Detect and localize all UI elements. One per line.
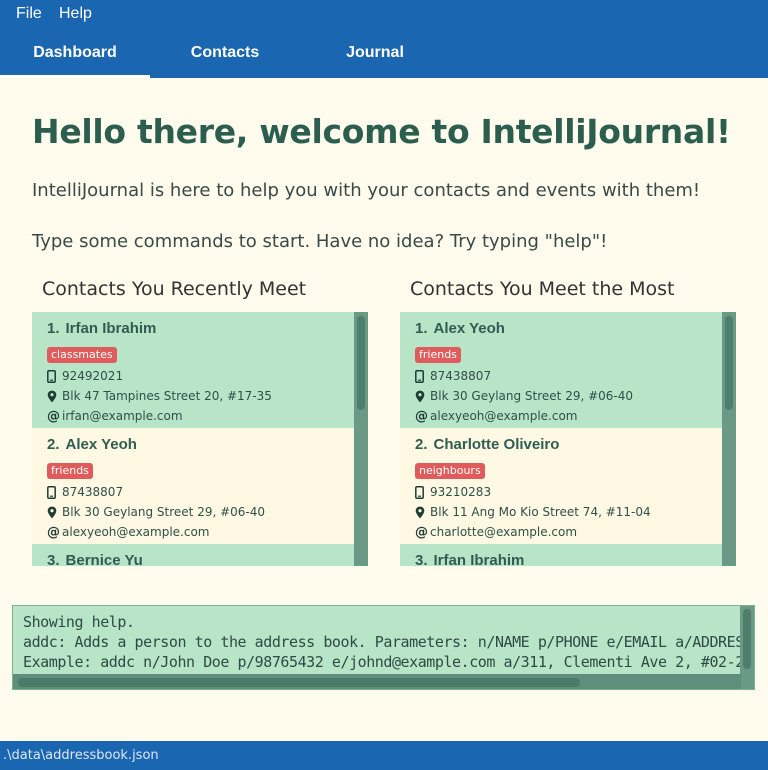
contact-address-row: Blk 47 Tampines Street 20, #17-35 [47,386,354,406]
contact-card[interactable]: 2. Alex Yeoh friends 87438807 Blk 30 Geyl… [32,428,354,544]
contact-address: Blk 47 Tampines Street 20, #17-35 [62,389,272,403]
contact-address-row: Blk 30 Geylang Street 29, #06-40 [47,502,354,522]
contact-phone-row: 93210283 [415,482,722,502]
contact-address: Blk 30 Geylang Street 29, #06-40 [430,389,634,403]
contact-name: 1. Alex Yeoh [415,320,505,337]
contact-address-row: Blk 30 Geylang Street 29, #06-40 [415,386,722,406]
contact-card[interactable]: 1. Irfan Ibrahim classmates 92492021 Blk … [32,312,354,428]
menu-file[interactable]: File [16,5,42,23]
contact-email: alexyeoh@example.com [430,409,578,423]
vertical-scrollbar[interactable] [740,606,754,689]
welcome-title: Hello there, welcome to IntelliJournal! [32,112,731,151]
result-text: Showing help. addc: Adds a person to the… [23,612,753,672]
contact-phone: 87438807 [62,485,124,499]
contact-phone: 92492021 [62,369,124,383]
contact-phone: 87438807 [430,369,492,383]
result-line: Showing help. [23,613,135,631]
contact-name: 3. Bernice Yu [47,552,143,566]
menu-bar: File Help [0,0,768,30]
result-line: addc: Adds a person to the address book.… [23,633,753,651]
contact-tag: classmates [47,347,117,363]
contact-email-row: @ irfan@example.com [47,406,354,426]
contact-card[interactable]: 1. Alex Yeoh friends 87438807 Blk 30 Geyl… [400,312,722,428]
most-contacts-list[interactable]: 1. Alex Yeoh friends 87438807 Blk 30 Geyl… [400,312,736,566]
contact-card[interactable]: 2. Charlotte Oliveiro neighbours 93210283… [400,428,722,544]
horizontal-scrollbar[interactable] [13,674,741,689]
at-icon: @ [415,524,428,540]
tab-journal[interactable]: Journal [300,30,450,78]
menu-help[interactable]: Help [59,5,92,23]
recent-contacts-list[interactable]: 1. Irfan Ibrahim classmates 92492021 Blk … [32,312,368,566]
at-icon: @ [415,408,428,424]
location-pin-icon [415,506,430,519]
tab-bar: Dashboard Contacts Journal [0,30,768,78]
contact-name: 2. Charlotte Oliveiro [415,436,560,453]
phone-icon [415,369,430,383]
contact-name: 3. Irfan Ibrahim [415,552,525,566]
contact-address: Blk 11 Ang Mo Kio Street 74, #11-04 [430,505,651,519]
phone-icon [47,485,62,499]
scrollbar-thumb[interactable] [725,316,733,410]
scrollbar-thumb[interactable] [18,678,580,687]
contact-phone-row: 92492021 [47,366,354,386]
status-bar: .\data\addressbook.json [0,741,768,770]
scrollbar-thumb[interactable] [743,609,751,669]
location-pin-icon [47,390,62,403]
contact-tag: friends [47,463,93,479]
contact-tag: friends [415,347,461,363]
contact-card[interactable]: 3. Bernice Yu [32,544,354,566]
contact-name: 2. Alex Yeoh [47,436,137,453]
location-pin-icon [47,506,62,519]
contact-email: irfan@example.com [62,409,183,423]
result-line: Example: addc n/John Doe p/98765432 e/jo… [23,653,753,671]
tab-contacts[interactable]: Contacts [150,30,300,78]
welcome-description: IntelliJournal is here to help you with … [32,180,701,201]
contact-email-row: @ alexyeoh@example.com [47,522,354,542]
most-contacts-title: Contacts You Meet the Most [410,278,675,300]
phone-icon [47,369,62,383]
phone-icon [415,485,430,499]
vertical-scrollbar[interactable] [722,312,736,566]
location-pin-icon [415,390,430,403]
contact-address: Blk 30 Geylang Street 29, #06-40 [62,505,266,519]
contact-phone: 93210283 [430,485,492,499]
contact-card[interactable]: 3. Irfan Ibrahim [400,544,722,566]
contact-phone-row: 87438807 [415,366,722,386]
contact-tag: neighbours [415,463,485,479]
tab-dashboard[interactable]: Dashboard [0,30,150,78]
contact-address-row: Blk 11 Ang Mo Kio Street 74, #11-04 [415,502,722,522]
at-icon: @ [47,524,60,540]
contact-email-row: @ charlotte@example.com [415,522,722,542]
contact-phone-row: 87438807 [47,482,354,502]
vertical-scrollbar[interactable] [354,312,368,566]
at-icon: @ [47,408,60,424]
result-display[interactable]: Showing help. addc: Adds a person to the… [12,605,755,690]
welcome-hint: Type some commands to start. Have no ide… [32,231,608,252]
contact-name: 1. Irfan Ibrahim [47,320,157,337]
file-path: .\data\addressbook.json [3,748,159,763]
scrollbar-thumb[interactable] [357,316,365,410]
contact-email: charlotte@example.com [430,525,578,539]
contact-email-row: @ alexyeoh@example.com [415,406,722,426]
recent-contacts-title: Contacts You Recently Meet [42,278,307,300]
contact-email: alexyeoh@example.com [62,525,210,539]
